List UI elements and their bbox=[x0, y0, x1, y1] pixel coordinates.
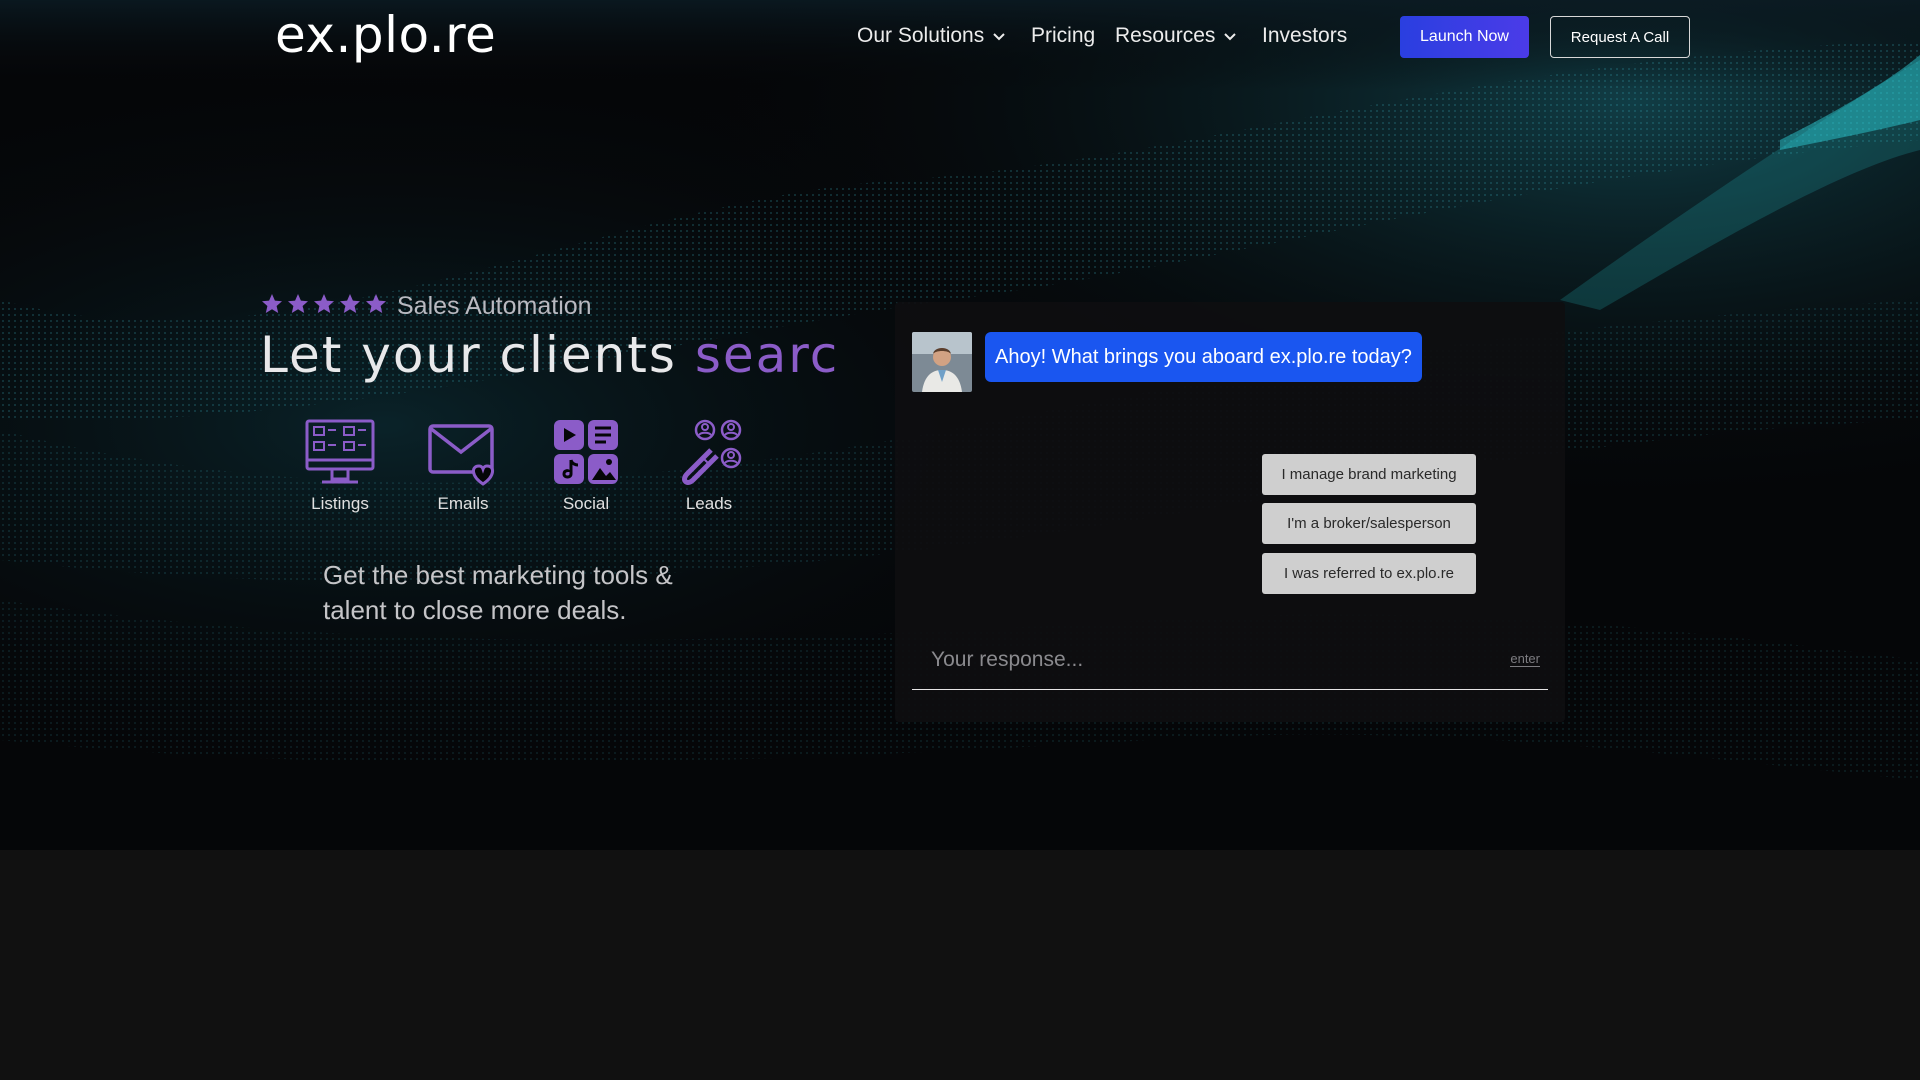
feature-leads-label: Leads bbox=[685, 494, 733, 513]
request-call-button[interactable]: Request A Call bbox=[1550, 16, 1690, 58]
chevron-down-icon bbox=[993, 33, 1005, 41]
five-star-rating bbox=[260, 292, 388, 316]
nav-pricing-label: Pricing bbox=[1031, 24, 1096, 47]
chat-option-brand-marketing[interactable]: I manage brand marketing bbox=[1262, 454, 1476, 495]
star-icon bbox=[262, 294, 282, 313]
chat-widget: Ahoy! What brings you aboard ex.plo.re t… bbox=[895, 302, 1565, 722]
chat-option-referred[interactable]: I was referred to ex.plo.re bbox=[1262, 553, 1476, 594]
feature-emails: Emails bbox=[408, 418, 518, 514]
hero-section: ex.plo.re Our Solutions Pricing Resource… bbox=[0, 0, 1920, 850]
email-heart-icon bbox=[428, 424, 494, 486]
star-icon bbox=[366, 294, 386, 313]
star-icon bbox=[340, 294, 360, 313]
chevron-down-icon bbox=[1224, 33, 1237, 41]
headline-prefix: Let your clients bbox=[260, 326, 695, 384]
feature-leads: Leads bbox=[654, 418, 764, 514]
nav-resources[interactable]: Resources bbox=[1115, 24, 1237, 48]
listings-monitor-icon bbox=[305, 419, 375, 484]
launch-now-button[interactable]: Launch Now bbox=[1400, 16, 1529, 58]
chat-response-input[interactable] bbox=[912, 632, 1472, 688]
hero-tagline: Sales Automation bbox=[397, 292, 592, 320]
agent-avatar bbox=[912, 332, 972, 392]
nav-pricing[interactable]: Pricing bbox=[1031, 24, 1095, 48]
feature-social-label: Social bbox=[562, 494, 610, 513]
hero-headline: Let your clients searc bbox=[260, 326, 839, 384]
star-icon bbox=[288, 294, 308, 313]
nav-resources-label: Resources bbox=[1115, 24, 1216, 47]
nav-investors-label: Investors bbox=[1262, 24, 1348, 47]
bot-message-bubble: Ahoy! What brings you aboard ex.plo.re t… bbox=[985, 332, 1422, 382]
nav-our-solutions-label: Our Solutions bbox=[857, 24, 985, 47]
social-media-grid-icon bbox=[554, 420, 618, 484]
feature-listings: Listings bbox=[285, 418, 395, 514]
star-icon bbox=[314, 294, 334, 313]
lead-magnet-icon bbox=[682, 419, 742, 485]
lower-section bbox=[0, 850, 1920, 1080]
feature-emails-label: Emails bbox=[437, 494, 489, 513]
feature-social: Social bbox=[531, 418, 641, 514]
agent-avatar-image bbox=[912, 332, 972, 392]
nav-investors[interactable]: Investors bbox=[1262, 24, 1347, 48]
chat-response-field: enter bbox=[912, 632, 1548, 690]
top-navigation: ex.plo.re Our Solutions Pricing Resource… bbox=[0, 0, 1920, 80]
enter-key-hint[interactable]: enter bbox=[1510, 652, 1540, 667]
hero-subcopy: Get the best marketing tools & talent to… bbox=[323, 560, 673, 625]
headline-typed-word: searc bbox=[694, 326, 840, 384]
brand-logo[interactable]: ex.plo.re bbox=[275, 6, 496, 64]
feature-listings-label: Listings bbox=[311, 494, 369, 513]
nav-our-solutions[interactable]: Our Solutions bbox=[857, 24, 1006, 48]
chat-option-broker[interactable]: I'm a broker/salesperson bbox=[1262, 503, 1476, 544]
